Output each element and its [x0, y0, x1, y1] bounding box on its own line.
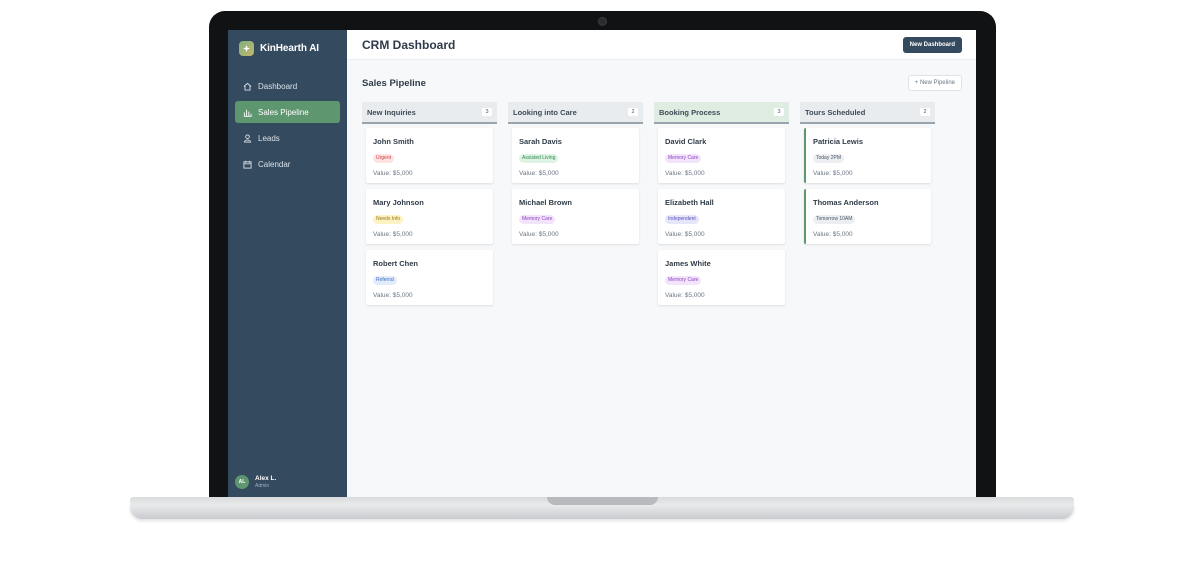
app-screen: KinHearth AI Dashboard Sales Pipeline Le… — [228, 30, 976, 497]
pipeline-column-tours-scheduled: Tours Scheduled 2 Patricia Lewis Today 2… — [800, 102, 935, 311]
sidebar-item-label: Calendar — [258, 159, 291, 169]
lead-card[interactable]: Sarah Davis Assisted Living Value: $5,00… — [512, 128, 639, 183]
column-title: Looking into Care — [513, 107, 577, 117]
section-title: Sales Pipeline — [362, 77, 426, 89]
sidebar-item-sales-pipeline[interactable]: Sales Pipeline — [235, 101, 340, 123]
lead-value: Value: $5,000 — [519, 170, 559, 177]
new-pipeline-button[interactable]: + New Pipeline — [907, 75, 962, 91]
sidebar-item-label: Sales Pipeline — [258, 107, 309, 117]
lead-card[interactable]: Mary Johnson Needs Info Value: $5,000 — [366, 189, 493, 244]
lead-value: Value: $5,000 — [813, 170, 853, 177]
user-info: Alex L. Admin — [255, 475, 276, 489]
camera-icon — [598, 17, 607, 26]
lead-value: Value: $5,000 — [519, 231, 559, 238]
page-title: CRM Dashboard — [362, 37, 456, 52]
column-header[interactable]: Tours Scheduled 2 — [800, 102, 935, 124]
user-role: Admin — [255, 483, 270, 489]
lead-tag: Memory Care — [519, 214, 556, 224]
brand[interactable]: KinHearth AI — [239, 41, 319, 56]
main-content: CRM Dashboard New Dashboard Sales Pipeli… — [347, 30, 976, 497]
lead-name: Thomas Anderson — [813, 198, 879, 207]
lead-name: Patricia Lewis — [813, 137, 864, 146]
column-count-badge: 3 — [482, 108, 492, 116]
column-title: New Inquiries — [367, 107, 416, 117]
pipeline-column-booking-process: Booking Process 3 David Clark Memory Car… — [654, 102, 789, 311]
lead-card[interactable]: John Smith Urgent Value: $5,000 — [366, 128, 493, 183]
bar-chart-icon — [243, 108, 252, 117]
lead-tag: Today 2PM — [813, 153, 845, 163]
lead-tag: Needs Info — [373, 214, 404, 224]
lead-card[interactable]: David Clark Memory Care Value: $5,000 — [658, 128, 785, 183]
top-bar: CRM Dashboard New Dashboard — [347, 30, 976, 60]
card-list: Sarah Davis Assisted Living Value: $5,00… — [508, 124, 643, 244]
lead-name: Mary Johnson — [373, 198, 424, 207]
user-profile[interactable]: AL Alex L. Admin — [235, 475, 276, 489]
lead-value: Value: $5,000 — [665, 170, 705, 177]
column-count-badge: 3 — [774, 108, 784, 116]
lead-name: Sarah Davis — [519, 137, 562, 146]
lead-name: John Smith — [373, 137, 414, 146]
brand-name: KinHearth AI — [260, 43, 319, 54]
pipeline-column-looking-into-care: Looking into Care 2 Sarah Davis Assisted… — [508, 102, 643, 311]
lead-tag: Assisted Living — [519, 153, 559, 163]
laptop-notch — [547, 497, 658, 505]
lead-card[interactable]: James White Memory Care Value: $5,000 — [658, 250, 785, 305]
lead-card[interactable]: Michael Brown Memory Care Value: $5,000 — [512, 189, 639, 244]
column-count-badge: 2 — [628, 108, 638, 116]
sidebar-nav: Dashboard Sales Pipeline Leads Calendar — [235, 75, 340, 179]
card-list: John Smith Urgent Value: $5,000 Mary Joh… — [362, 124, 497, 305]
column-title: Booking Process — [659, 107, 721, 117]
card-list: David Clark Memory Care Value: $5,000 El… — [654, 124, 789, 305]
sidebar-item-dashboard[interactable]: Dashboard — [235, 75, 340, 97]
lead-name: David Clark — [665, 137, 707, 146]
column-header[interactable]: Looking into Care 2 — [508, 102, 643, 124]
column-header[interactable]: Booking Process 3 — [654, 102, 789, 124]
lead-name: Elizabeth Hall — [665, 198, 714, 207]
laptop-base — [130, 505, 1074, 519]
kanban-board: New Inquiries 3 John Smith Urgent Value:… — [362, 102, 935, 311]
lead-value: Value: $5,000 — [373, 231, 413, 238]
lead-tag: Independent — [665, 214, 699, 224]
lead-card[interactable]: Elizabeth Hall Independent Value: $5,000 — [658, 189, 785, 244]
column-title: Tours Scheduled — [805, 107, 866, 117]
laptop-mockup: KinHearth AI Dashboard Sales Pipeline Le… — [0, 0, 1200, 568]
lead-value: Value: $5,000 — [665, 231, 705, 238]
lead-tag: Tomorrow 10AM — [813, 214, 856, 224]
lead-name: Michael Brown — [519, 198, 572, 207]
lead-tag: Memory Care — [665, 275, 702, 285]
user-name: Alex L. — [255, 475, 277, 482]
lead-value: Value: $5,000 — [813, 231, 853, 238]
lead-value: Value: $5,000 — [373, 292, 413, 299]
calendar-icon — [243, 160, 252, 169]
lead-card[interactable]: Robert Chen Referral Value: $5,000 — [366, 250, 493, 305]
lead-tag: Urgent — [373, 153, 395, 163]
sidebar-item-leads[interactable]: Leads — [235, 127, 340, 149]
column-count-badge: 2 — [920, 108, 930, 116]
new-dashboard-button[interactable]: New Dashboard — [902, 36, 962, 53]
sidebar-item-calendar[interactable]: Calendar — [235, 153, 340, 175]
avatar: AL — [235, 475, 249, 489]
lead-tag: Referral — [373, 275, 397, 285]
home-icon — [243, 82, 252, 91]
lead-tag: Memory Care — [665, 153, 702, 163]
lead-name: James White — [665, 259, 711, 268]
lead-card[interactable]: Patricia Lewis Today 2PM Value: $5,000 — [804, 128, 931, 183]
sidebar-item-label: Leads — [258, 133, 280, 143]
pipeline-column-new-inquiries: New Inquiries 3 John Smith Urgent Value:… — [362, 102, 497, 311]
lead-name: Robert Chen — [373, 259, 418, 268]
card-list: Patricia Lewis Today 2PM Value: $5,000 T… — [800, 124, 935, 244]
column-header[interactable]: New Inquiries 3 — [362, 102, 497, 124]
brand-logo-icon — [239, 41, 254, 56]
sidebar-item-label: Dashboard — [258, 81, 298, 91]
lead-value: Value: $5,000 — [665, 292, 705, 299]
lead-value: Value: $5,000 — [373, 170, 413, 177]
sidebar: KinHearth AI Dashboard Sales Pipeline Le… — [228, 30, 347, 497]
section-header: Sales Pipeline + New Pipeline — [362, 75, 962, 91]
lead-card[interactable]: Thomas Anderson Tomorrow 10AM Value: $5,… — [804, 189, 931, 244]
users-icon — [243, 133, 252, 143]
